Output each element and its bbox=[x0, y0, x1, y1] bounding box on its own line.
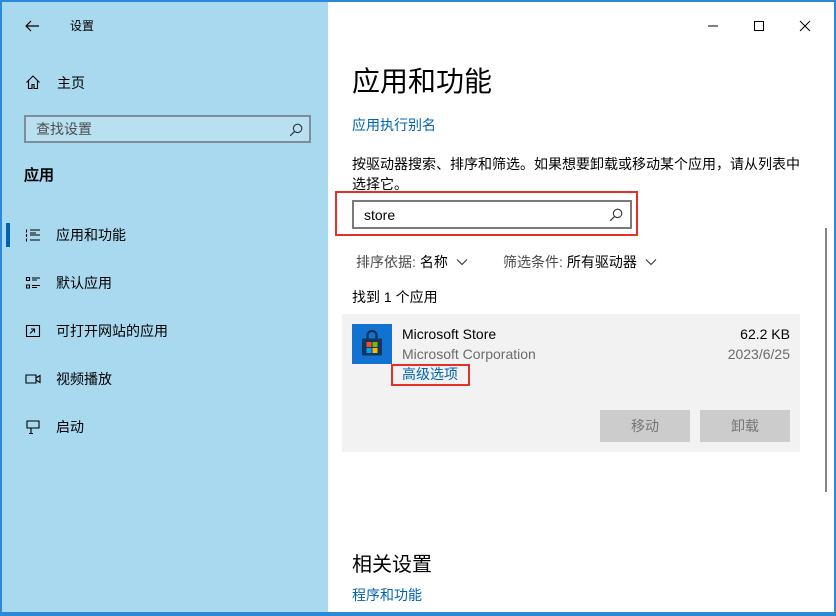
sidebar-item-video-playback[interactable]: 视频播放 bbox=[2, 355, 328, 403]
sort-dropdown[interactable]: 排序依据: 名称 bbox=[356, 252, 468, 272]
home-label: 主页 bbox=[57, 75, 85, 91]
sidebar-item-label: 可打开网站的应用 bbox=[56, 323, 168, 339]
main-panel: 应用和功能 应用执行别名 按驱动器搜索、排序和筛选。如果想要卸载或移动某个应用，… bbox=[328, 0, 836, 616]
sort-value: 名称 bbox=[419, 254, 448, 270]
settings-search-input[interactable] bbox=[26, 117, 281, 141]
minimize-button[interactable] bbox=[690, 10, 736, 42]
app-install-date: 2023/6/25 bbox=[727, 346, 790, 362]
description-text: 按驱动器搜索、排序和筛选。如果想要卸载或移动某个应用，请从列表中选择它。 bbox=[352, 156, 800, 192]
close-button[interactable] bbox=[782, 10, 828, 42]
app-search-input[interactable] bbox=[354, 202, 602, 227]
default-apps-icon bbox=[25, 276, 40, 289]
sidebar-home[interactable]: 主页 bbox=[2, 64, 328, 102]
settings-search-box[interactable] bbox=[24, 115, 311, 143]
back-arrow-icon bbox=[25, 20, 39, 32]
minimize-icon bbox=[708, 25, 718, 27]
sidebar-item-label: 启动 bbox=[56, 419, 84, 435]
chevron-down-icon bbox=[456, 259, 468, 266]
search-icon[interactable] bbox=[609, 208, 623, 222]
app-name: Microsoft Store bbox=[402, 326, 497, 342]
scrollbar[interactable] bbox=[825, 228, 827, 492]
sidebar: 设置 主页 应用 应用和功能 bbox=[0, 0, 328, 616]
app-publisher: Microsoft Corporation bbox=[402, 346, 536, 362]
advanced-options-link[interactable]: 高级选项 bbox=[402, 364, 458, 384]
window-title: 设置 bbox=[70, 19, 95, 33]
sidebar-item-label: 默认应用 bbox=[56, 275, 112, 291]
microsoft-store-icon bbox=[352, 324, 392, 364]
sidebar-item-label: 视频播放 bbox=[56, 371, 112, 387]
related-settings-title: 相关设置 bbox=[352, 554, 432, 576]
home-icon bbox=[26, 75, 40, 90]
selected-indicator bbox=[6, 223, 10, 247]
uninstall-button[interactable]: 卸载 bbox=[700, 410, 790, 442]
filter-dropdown[interactable]: 筛选条件: 所有驱动器 bbox=[503, 252, 657, 272]
move-button[interactable]: 移动 bbox=[600, 410, 690, 442]
chevron-down-icon bbox=[645, 259, 657, 266]
app-list-item[interactable]: Microsoft Store Microsoft Corporation 62… bbox=[342, 314, 800, 452]
close-icon bbox=[799, 20, 811, 32]
sidebar-item-startup[interactable]: 启动 bbox=[2, 403, 328, 451]
back-button[interactable] bbox=[18, 12, 46, 40]
page-title: 应用和功能 bbox=[352, 66, 493, 97]
app-search-box[interactable] bbox=[352, 200, 632, 229]
result-count: 找到 1 个应用 bbox=[352, 289, 438, 305]
filter-value: 所有驱动器 bbox=[566, 254, 637, 270]
filter-label: 筛选条件: bbox=[503, 254, 563, 270]
app-size: 62.2 KB bbox=[740, 326, 790, 342]
maximize-icon bbox=[754, 21, 764, 31]
apps-list-icon bbox=[25, 229, 40, 242]
apps-for-websites-icon bbox=[25, 324, 41, 338]
startup-icon bbox=[26, 420, 40, 435]
search-icon[interactable] bbox=[289, 123, 303, 137]
sidebar-item-label: 应用和功能 bbox=[56, 227, 126, 243]
sort-label: 排序依据: bbox=[356, 254, 416, 270]
app-execution-alias-link[interactable]: 应用执行别名 bbox=[352, 115, 436, 135]
sidebar-item-apps-features[interactable]: 应用和功能 bbox=[2, 211, 328, 259]
video-playback-icon bbox=[25, 374, 41, 384]
programs-and-features-link[interactable]: 程序和功能 bbox=[352, 585, 422, 605]
sidebar-item-apps-for-websites[interactable]: 可打开网站的应用 bbox=[2, 307, 328, 355]
section-title: 应用 bbox=[24, 167, 55, 184]
settings-window: 设置 主页 应用 应用和功能 bbox=[0, 0, 836, 616]
sidebar-item-default-apps[interactable]: 默认应用 bbox=[2, 259, 328, 307]
maximize-button[interactable] bbox=[736, 10, 782, 42]
